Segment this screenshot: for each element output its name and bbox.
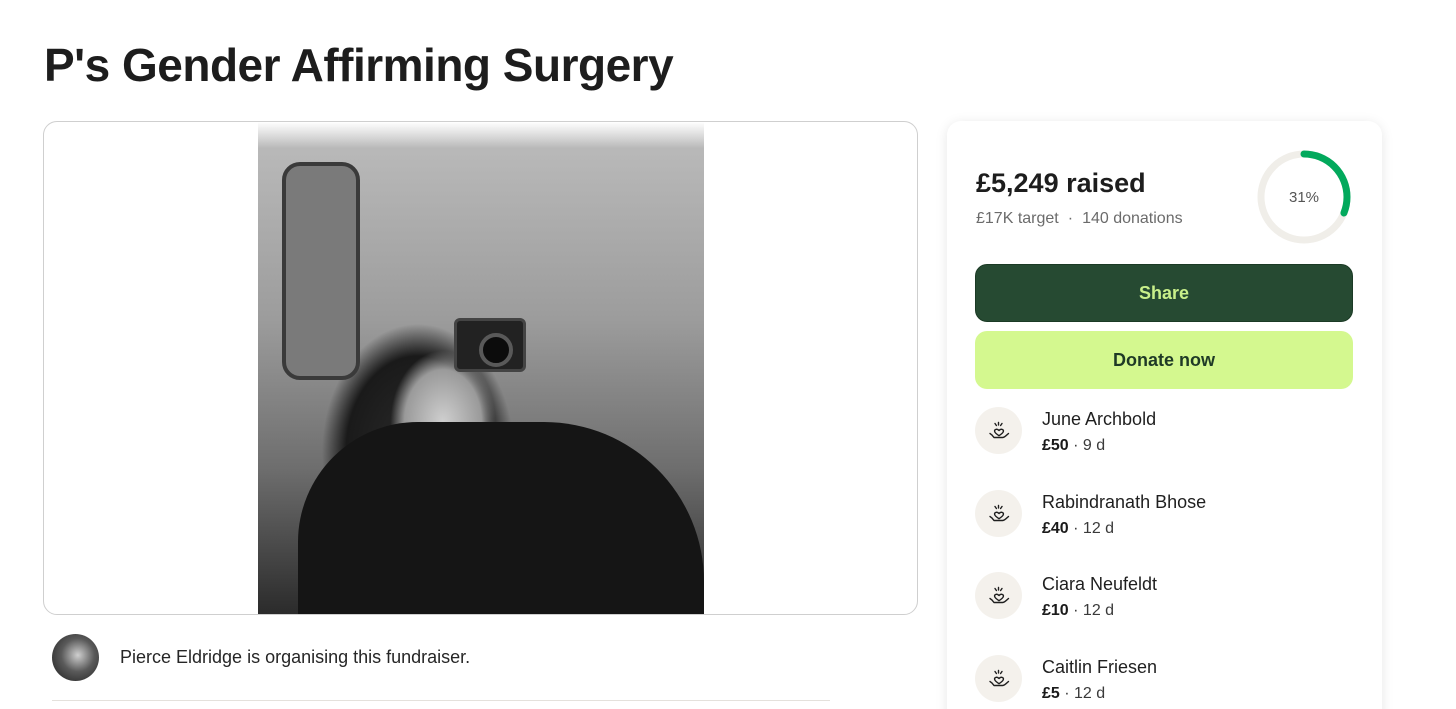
- donor-item: Rabindranath Bhose £40 · 12 d: [975, 490, 1206, 538]
- photo-camera: [454, 318, 526, 372]
- donor-item: Caitlin Friesen £5 · 12 d: [975, 655, 1157, 703]
- page-title: P's Gender Affirming Surgery: [44, 39, 674, 91]
- section-divider: [52, 700, 830, 701]
- donor-separator: ·: [1068, 437, 1083, 454]
- organiser-text: Pierce Eldridge is organising this fundr…: [120, 647, 471, 667]
- share-button[interactable]: Share: [975, 264, 1353, 322]
- donor-amount: £5: [1042, 685, 1060, 702]
- donor-name: Ciara Neufeldt: [1042, 574, 1158, 594]
- donor-separator: ·: [1068, 520, 1083, 537]
- heart-hand-icon: [975, 572, 1022, 619]
- progress-percent: 31%: [1288, 188, 1320, 206]
- raised-meta: £17K target · 140 donations: [976, 210, 1183, 228]
- donor-time: 12 d: [1074, 685, 1106, 702]
- donor-separator: ·: [1059, 685, 1075, 702]
- donor-item: June Archbold £50 · 9 d: [975, 407, 1156, 455]
- fundraiser-photo: [258, 122, 704, 614]
- donation-count: 140 donations: [1082, 210, 1183, 227]
- organiser-row: Pierce Eldridge is organising this fundr…: [52, 634, 470, 681]
- heart-hand-icon: [975, 407, 1022, 454]
- donor-item: Ciara Neufeldt £10 · 12 d: [975, 572, 1157, 620]
- donor-name: Caitlin Friesen: [1042, 657, 1158, 677]
- donor-name: Rabindranath Bhose: [1042, 492, 1207, 512]
- fundraiser-media[interactable]: [43, 121, 918, 615]
- photo-camera-lens: [479, 333, 513, 367]
- photo-subject: [298, 422, 704, 614]
- raised-amount: £5,249 raised: [976, 168, 1146, 198]
- donor-time: 9 d: [1082, 437, 1106, 454]
- donor-amount: £50: [1042, 437, 1069, 454]
- photo-edge: [258, 122, 704, 148]
- donor-separator: ·: [1068, 602, 1083, 619]
- donor-time: 12 d: [1082, 602, 1115, 619]
- donor-time: 12 d: [1082, 520, 1115, 537]
- donate-now-button[interactable]: Donate now: [975, 331, 1353, 389]
- donor-amount: £40: [1042, 520, 1069, 537]
- photo-mirror: [282, 162, 360, 380]
- donor-amount: £10: [1042, 602, 1069, 619]
- heart-hand-icon: [975, 655, 1022, 702]
- target-amount: £17K target: [976, 210, 1059, 227]
- heart-hand-icon: [975, 490, 1022, 537]
- meta-separator: ·: [1067, 210, 1074, 227]
- donation-sidebar: £5,249 raised £17K target · 140 donations …: [947, 121, 1382, 709]
- donor-name: June Archbold: [1042, 409, 1157, 429]
- organiser-avatar[interactable]: [52, 634, 99, 681]
